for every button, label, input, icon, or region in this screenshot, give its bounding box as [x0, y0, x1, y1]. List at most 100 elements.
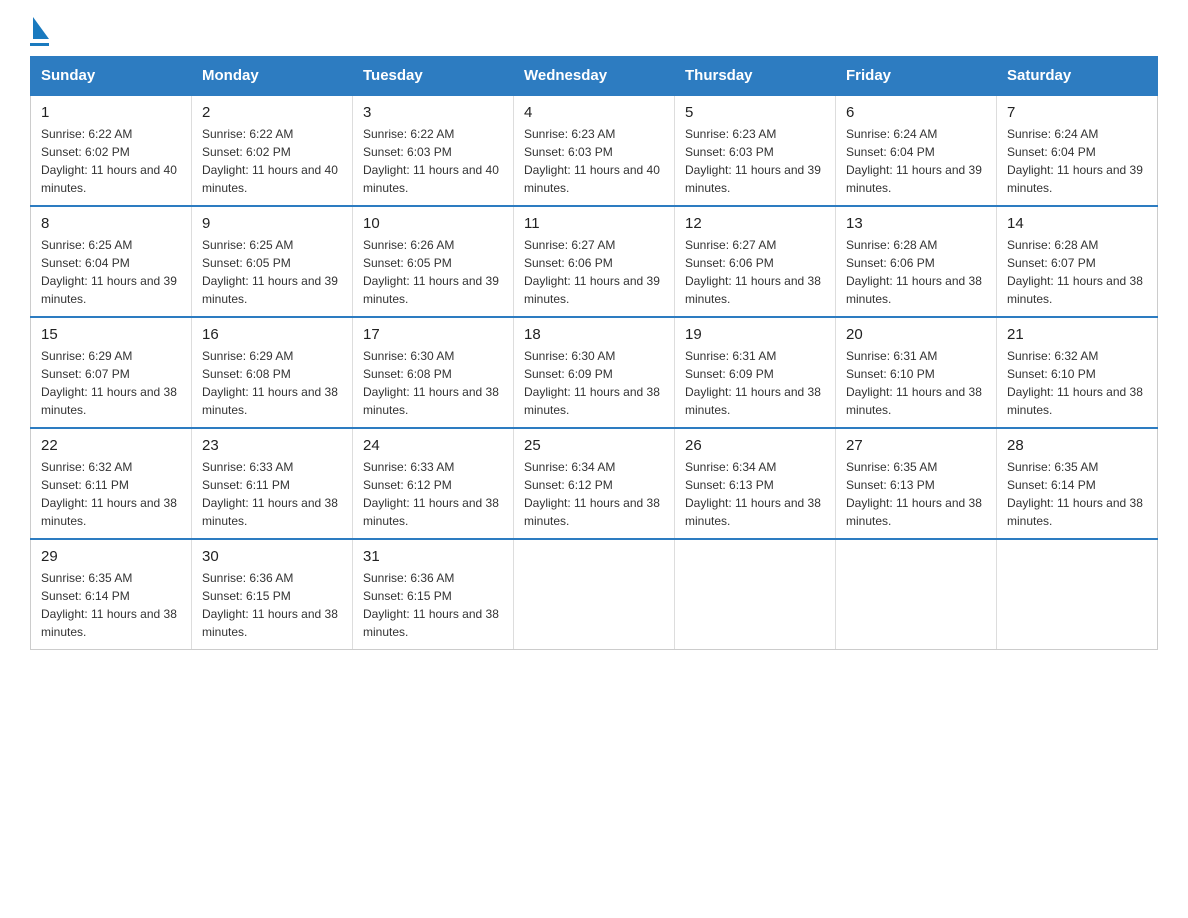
calendar-day-cell: 5 Sunrise: 6:23 AM Sunset: 6:03 PM Dayli… — [675, 95, 836, 206]
day-number: 8 — [41, 215, 181, 232]
calendar-day-cell — [997, 539, 1158, 650]
logo-underline — [30, 43, 49, 46]
logo — [30, 20, 49, 46]
calendar-day-cell: 23 Sunrise: 6:33 AM Sunset: 6:11 PM Dayl… — [192, 428, 353, 539]
day-info: Sunrise: 6:36 AM Sunset: 6:15 PM Dayligh… — [202, 569, 342, 641]
calendar-week-row: 1 Sunrise: 6:22 AM Sunset: 6:02 PM Dayli… — [31, 95, 1158, 206]
day-number: 20 — [846, 326, 986, 343]
calendar-day-cell — [675, 539, 836, 650]
calendar-day-header: Tuesday — [353, 57, 514, 96]
day-info: Sunrise: 6:22 AM Sunset: 6:02 PM Dayligh… — [202, 125, 342, 197]
day-info: Sunrise: 6:28 AM Sunset: 6:07 PM Dayligh… — [1007, 236, 1147, 308]
day-number: 2 — [202, 104, 342, 121]
day-number: 14 — [1007, 215, 1147, 232]
calendar-day-cell: 26 Sunrise: 6:34 AM Sunset: 6:13 PM Dayl… — [675, 428, 836, 539]
calendar-header-row: SundayMondayTuesdayWednesdayThursdayFrid… — [31, 57, 1158, 96]
day-info: Sunrise: 6:31 AM Sunset: 6:09 PM Dayligh… — [685, 347, 825, 419]
calendar-day-cell: 15 Sunrise: 6:29 AM Sunset: 6:07 PM Dayl… — [31, 317, 192, 428]
calendar-day-header: Friday — [836, 57, 997, 96]
day-number: 7 — [1007, 104, 1147, 121]
calendar-day-cell: 2 Sunrise: 6:22 AM Sunset: 6:02 PM Dayli… — [192, 95, 353, 206]
calendar-day-header: Monday — [192, 57, 353, 96]
day-info: Sunrise: 6:25 AM Sunset: 6:04 PM Dayligh… — [41, 236, 181, 308]
day-info: Sunrise: 6:32 AM Sunset: 6:11 PM Dayligh… — [41, 458, 181, 530]
day-number: 31 — [363, 548, 503, 565]
calendar-day-cell: 3 Sunrise: 6:22 AM Sunset: 6:03 PM Dayli… — [353, 95, 514, 206]
logo-arrow-icon — [33, 17, 49, 39]
calendar-day-cell: 11 Sunrise: 6:27 AM Sunset: 6:06 PM Dayl… — [514, 206, 675, 317]
day-number: 12 — [685, 215, 825, 232]
calendar-day-cell: 14 Sunrise: 6:28 AM Sunset: 6:07 PM Dayl… — [997, 206, 1158, 317]
day-number: 3 — [363, 104, 503, 121]
day-number: 28 — [1007, 437, 1147, 454]
calendar-day-cell: 7 Sunrise: 6:24 AM Sunset: 6:04 PM Dayli… — [997, 95, 1158, 206]
day-number: 26 — [685, 437, 825, 454]
day-number: 23 — [202, 437, 342, 454]
day-number: 9 — [202, 215, 342, 232]
calendar-day-cell: 24 Sunrise: 6:33 AM Sunset: 6:12 PM Dayl… — [353, 428, 514, 539]
calendar-day-cell: 29 Sunrise: 6:35 AM Sunset: 6:14 PM Dayl… — [31, 539, 192, 650]
calendar-week-row: 29 Sunrise: 6:35 AM Sunset: 6:14 PM Dayl… — [31, 539, 1158, 650]
day-info: Sunrise: 6:33 AM Sunset: 6:12 PM Dayligh… — [363, 458, 503, 530]
calendar-day-cell: 22 Sunrise: 6:32 AM Sunset: 6:11 PM Dayl… — [31, 428, 192, 539]
calendar-day-header: Sunday — [31, 57, 192, 96]
day-info: Sunrise: 6:32 AM Sunset: 6:10 PM Dayligh… — [1007, 347, 1147, 419]
day-info: Sunrise: 6:30 AM Sunset: 6:08 PM Dayligh… — [363, 347, 503, 419]
day-number: 25 — [524, 437, 664, 454]
day-number: 10 — [363, 215, 503, 232]
day-info: Sunrise: 6:24 AM Sunset: 6:04 PM Dayligh… — [846, 125, 986, 197]
day-info: Sunrise: 6:22 AM Sunset: 6:03 PM Dayligh… — [363, 125, 503, 197]
day-number: 15 — [41, 326, 181, 343]
day-info: Sunrise: 6:34 AM Sunset: 6:12 PM Dayligh… — [524, 458, 664, 530]
calendar-day-cell: 12 Sunrise: 6:27 AM Sunset: 6:06 PM Dayl… — [675, 206, 836, 317]
day-number: 18 — [524, 326, 664, 343]
calendar-week-row: 22 Sunrise: 6:32 AM Sunset: 6:11 PM Dayl… — [31, 428, 1158, 539]
calendar-day-cell: 6 Sunrise: 6:24 AM Sunset: 6:04 PM Dayli… — [836, 95, 997, 206]
day-info: Sunrise: 6:30 AM Sunset: 6:09 PM Dayligh… — [524, 347, 664, 419]
day-info: Sunrise: 6:26 AM Sunset: 6:05 PM Dayligh… — [363, 236, 503, 308]
calendar-day-cell: 9 Sunrise: 6:25 AM Sunset: 6:05 PM Dayli… — [192, 206, 353, 317]
calendar-day-cell: 25 Sunrise: 6:34 AM Sunset: 6:12 PM Dayl… — [514, 428, 675, 539]
calendar-day-cell: 17 Sunrise: 6:30 AM Sunset: 6:08 PM Dayl… — [353, 317, 514, 428]
calendar-day-header: Wednesday — [514, 57, 675, 96]
calendar-day-header: Thursday — [675, 57, 836, 96]
calendar-day-cell: 4 Sunrise: 6:23 AM Sunset: 6:03 PM Dayli… — [514, 95, 675, 206]
calendar-day-cell: 27 Sunrise: 6:35 AM Sunset: 6:13 PM Dayl… — [836, 428, 997, 539]
calendar-day-cell: 10 Sunrise: 6:26 AM Sunset: 6:05 PM Dayl… — [353, 206, 514, 317]
day-info: Sunrise: 6:33 AM Sunset: 6:11 PM Dayligh… — [202, 458, 342, 530]
day-info: Sunrise: 6:31 AM Sunset: 6:10 PM Dayligh… — [846, 347, 986, 419]
day-number: 27 — [846, 437, 986, 454]
calendar-day-cell: 19 Sunrise: 6:31 AM Sunset: 6:09 PM Dayl… — [675, 317, 836, 428]
page-header — [30, 20, 1158, 46]
day-info: Sunrise: 6:24 AM Sunset: 6:04 PM Dayligh… — [1007, 125, 1147, 197]
calendar-day-cell: 28 Sunrise: 6:35 AM Sunset: 6:14 PM Dayl… — [997, 428, 1158, 539]
day-number: 17 — [363, 326, 503, 343]
day-info: Sunrise: 6:35 AM Sunset: 6:14 PM Dayligh… — [1007, 458, 1147, 530]
calendar-day-cell: 16 Sunrise: 6:29 AM Sunset: 6:08 PM Dayl… — [192, 317, 353, 428]
calendar-day-cell: 13 Sunrise: 6:28 AM Sunset: 6:06 PM Dayl… — [836, 206, 997, 317]
day-info: Sunrise: 6:36 AM Sunset: 6:15 PM Dayligh… — [363, 569, 503, 641]
day-info: Sunrise: 6:27 AM Sunset: 6:06 PM Dayligh… — [524, 236, 664, 308]
day-number: 5 — [685, 104, 825, 121]
calendar-day-cell: 21 Sunrise: 6:32 AM Sunset: 6:10 PM Dayl… — [997, 317, 1158, 428]
calendar-week-row: 15 Sunrise: 6:29 AM Sunset: 6:07 PM Dayl… — [31, 317, 1158, 428]
calendar-day-cell: 30 Sunrise: 6:36 AM Sunset: 6:15 PM Dayl… — [192, 539, 353, 650]
day-number: 24 — [363, 437, 503, 454]
day-number: 4 — [524, 104, 664, 121]
calendar-day-cell: 1 Sunrise: 6:22 AM Sunset: 6:02 PM Dayli… — [31, 95, 192, 206]
calendar-day-cell — [836, 539, 997, 650]
day-number: 22 — [41, 437, 181, 454]
day-number: 29 — [41, 548, 181, 565]
day-number: 19 — [685, 326, 825, 343]
day-info: Sunrise: 6:22 AM Sunset: 6:02 PM Dayligh… — [41, 125, 181, 197]
day-info: Sunrise: 6:35 AM Sunset: 6:13 PM Dayligh… — [846, 458, 986, 530]
calendar-day-cell — [514, 539, 675, 650]
day-number: 6 — [846, 104, 986, 121]
calendar-table: SundayMondayTuesdayWednesdayThursdayFrid… — [30, 56, 1158, 650]
day-info: Sunrise: 6:23 AM Sunset: 6:03 PM Dayligh… — [685, 125, 825, 197]
day-info: Sunrise: 6:29 AM Sunset: 6:08 PM Dayligh… — [202, 347, 342, 419]
day-number: 21 — [1007, 326, 1147, 343]
day-number: 16 — [202, 326, 342, 343]
calendar-day-header: Saturday — [997, 57, 1158, 96]
day-info: Sunrise: 6:25 AM Sunset: 6:05 PM Dayligh… — [202, 236, 342, 308]
